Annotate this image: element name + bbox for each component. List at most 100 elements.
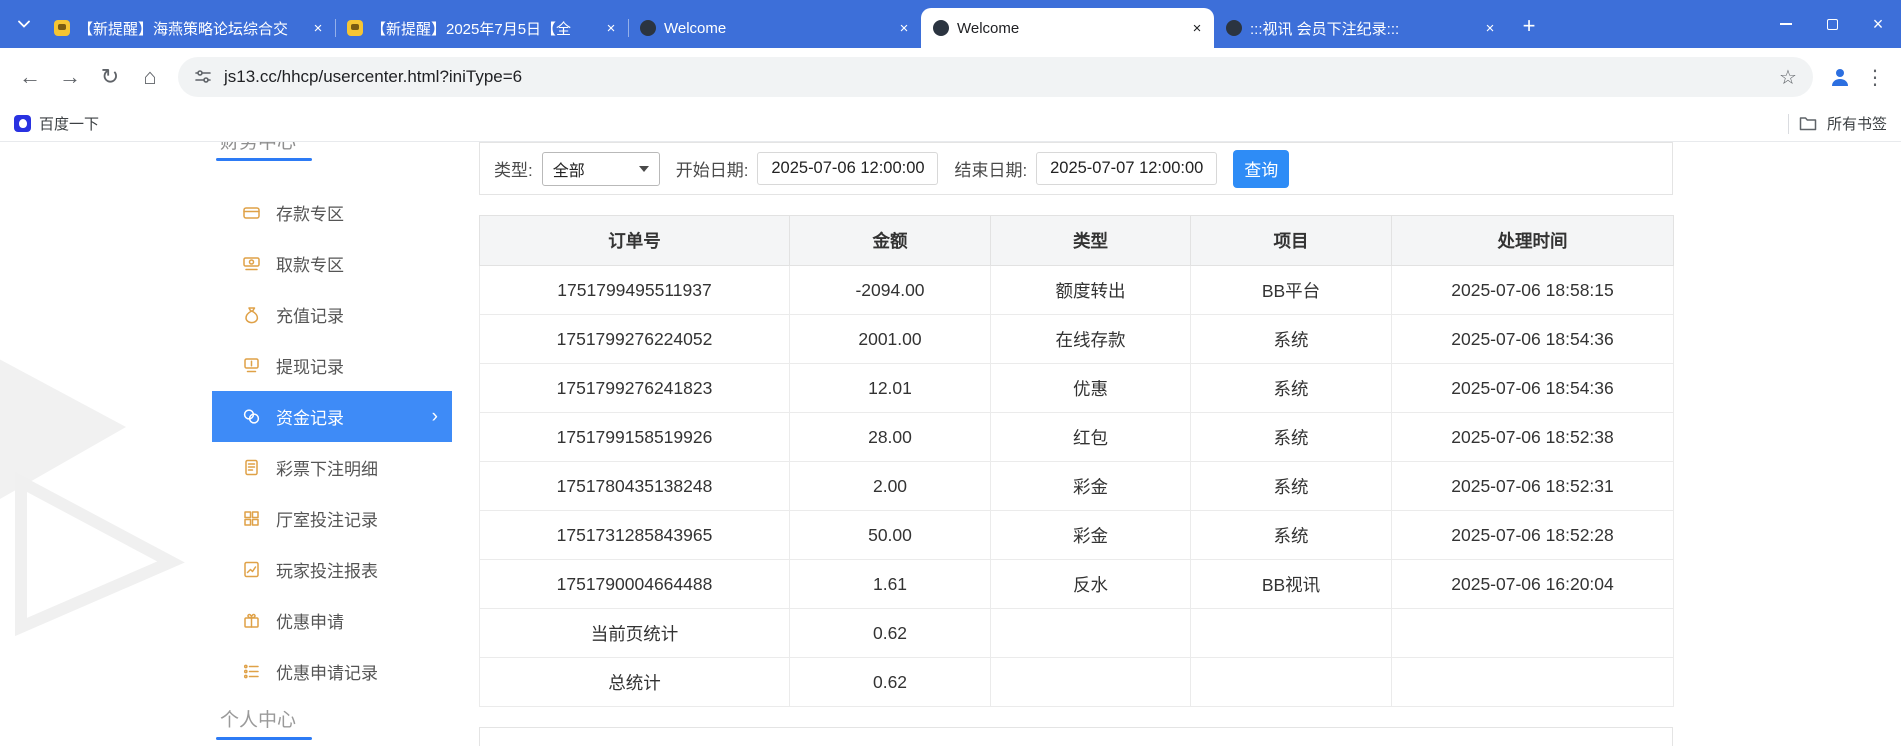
table-cell: 0.62 xyxy=(789,608,991,658)
table-cell: 红包 xyxy=(990,412,1191,462)
maximize-button[interactable] xyxy=(1809,0,1855,48)
table-cell xyxy=(990,657,1191,707)
sidebar-item-hall-bet-record[interactable]: 厅室投注记录 xyxy=(212,493,452,544)
browser-tab[interactable]: Welcome × xyxy=(921,8,1214,48)
sidebar-item-label: 优惠申请记录 xyxy=(276,664,378,683)
sidebar-item-label: 资金记录 xyxy=(276,409,344,428)
sidebar-item-deposit[interactable]: 存款专区 xyxy=(212,187,452,238)
table-cell: 系统 xyxy=(1190,510,1392,560)
window-controls: × xyxy=(1763,0,1901,48)
player-bet-report-icon xyxy=(242,560,261,579)
sidebar-item-recharge-record[interactable]: 充值记录 xyxy=(212,289,452,340)
tab-title: Welcome xyxy=(664,19,727,37)
bookmark-baidu[interactable]: 百度一下 xyxy=(14,113,99,134)
tab-title: 【新提醒】2025年7月5日【全 xyxy=(371,20,572,38)
table-cell: 反水 xyxy=(990,559,1191,609)
start-date-input[interactable]: 2025-07-06 12:00:00 xyxy=(757,152,939,185)
table-cell: 2025-07-06 18:58:15 xyxy=(1391,265,1674,315)
sidebar-item-player-bet-report[interactable]: 玩家投注报表 xyxy=(212,544,452,595)
end-date-input[interactable]: 2025-07-07 12:00:00 xyxy=(1036,152,1218,185)
table-cell: 2025-07-06 18:52:31 xyxy=(1391,461,1674,511)
table-header-row: 订单号 金额 类型 项目 处理时间 xyxy=(479,215,1674,266)
table-cell xyxy=(1391,608,1674,658)
sidebar-item-withdrawal-record[interactable]: 提现记录 xyxy=(212,340,452,391)
table-cell: 在线存款 xyxy=(990,314,1191,364)
site-favicon-icon xyxy=(1226,20,1242,36)
withdraw-icon xyxy=(242,254,261,273)
section-underline xyxy=(216,158,312,161)
sidebar-item-withdraw[interactable]: 取款专区 xyxy=(212,238,452,289)
bookmarks-right: 所有书签 xyxy=(1787,113,1887,134)
table-cell xyxy=(1190,657,1392,707)
profile-avatar[interactable] xyxy=(1821,58,1859,96)
column-header: 处理时间 xyxy=(1391,215,1674,266)
type-select[interactable]: 全部 xyxy=(541,151,660,186)
tab-close-icon[interactable]: × xyxy=(1188,19,1206,37)
navigation-bar: ← → ↻ ⌂ js13.cc/hhcp/usercenter.html?ini… xyxy=(0,48,1901,106)
table-cell: 50.00 xyxy=(789,510,991,560)
sidebar: 财务中心 存款专区 取款专区 充值记录 提现记录 资金记录 › 彩票下注明细 厅室投注记录 玩家… xyxy=(212,142,452,740)
bookmark-star-icon[interactable]: ☆ xyxy=(1771,60,1805,94)
tab-list: 【新提醒】海燕策略论坛综合交 × 【新提醒】2025年7月5日【全 × Welcome ×… xyxy=(42,0,1507,48)
tab-title: Welcome xyxy=(957,19,1020,37)
browser-tab[interactable]: Welcome × xyxy=(628,8,921,48)
column-header: 项目 xyxy=(1190,215,1392,266)
table-cell: 总统计 xyxy=(479,657,790,707)
chevron-down-icon xyxy=(18,20,30,28)
sidebar-item-lottery-detail[interactable]: 彩票下注明细 xyxy=(212,442,452,493)
column-header: 金额 xyxy=(789,215,991,266)
table-cell xyxy=(1190,608,1392,658)
column-header: 类型 xyxy=(990,215,1191,266)
browser-tab[interactable]: :::视讯 会员下注纪录::: × xyxy=(1214,8,1507,48)
records-table: 订单号 金额 类型 项目 处理时间 1751799495511937 -2094.00 额度转… xyxy=(479,215,1674,707)
browser-tab[interactable]: 【新提醒】2025年7月5日【全 × xyxy=(335,8,628,48)
table-cell: 2025-07-06 18:52:28 xyxy=(1391,510,1674,560)
hall-bet-record-icon xyxy=(242,509,261,528)
reload-button[interactable]: ↻ xyxy=(90,57,130,97)
watermark-logo xyxy=(0,359,185,637)
chevron-right-icon: › xyxy=(431,405,438,427)
close-window-button[interactable]: × xyxy=(1855,0,1901,48)
browser-tab[interactable]: 【新提醒】海燕策略论坛综合交 × xyxy=(42,8,335,48)
baidu-icon xyxy=(14,115,31,132)
table-cell: 额度转出 xyxy=(990,265,1191,315)
minimize-button[interactable] xyxy=(1763,0,1809,48)
summary-row: 当前页统计 0.62 xyxy=(479,608,1674,658)
sidebar-item-funds-record[interactable]: 资金记录 › xyxy=(212,391,452,442)
filter-bar: 类型: 全部 开始日期: 2025-07-06 12:00:00 结束日期: 2… xyxy=(479,142,1673,195)
url-bar[interactable]: js13.cc/hhcp/usercenter.html?iniType=6 ☆ xyxy=(178,57,1813,97)
table-cell: 12.01 xyxy=(789,363,991,413)
browser-menu-button[interactable]: ⋮ xyxy=(1859,57,1891,97)
table-cell: 彩金 xyxy=(990,461,1191,511)
pagination-container xyxy=(479,727,1673,746)
table-cell: 系统 xyxy=(1190,461,1392,511)
table-cell xyxy=(1391,657,1674,707)
all-bookmarks-button[interactable]: 所有书签 xyxy=(1827,113,1887,134)
table-cell: 彩金 xyxy=(990,510,1191,560)
tab-strip: 【新提醒】海燕策略论坛综合交 × 【新提醒】2025年7月5日【全 × Welcome ×… xyxy=(0,0,1901,48)
type-label: 类型: xyxy=(494,161,533,180)
table-row: 1751799276224052 2001.00 在线存款 系统 2025-07-06 … xyxy=(479,314,1674,364)
tab-close-icon[interactable]: × xyxy=(309,19,327,37)
table-cell: 2025-07-06 16:20:04 xyxy=(1391,559,1674,609)
start-date-label: 开始日期: xyxy=(675,161,749,180)
minimize-icon xyxy=(1780,23,1792,25)
query-button[interactable]: 查询 xyxy=(1233,149,1290,188)
tab-search-button[interactable] xyxy=(10,10,38,38)
forward-button[interactable]: → xyxy=(50,57,90,97)
tab-close-icon[interactable]: × xyxy=(895,19,913,37)
tab-close-icon[interactable]: × xyxy=(1481,19,1499,37)
table-cell: BB平台 xyxy=(1190,265,1392,315)
table-cell: 系统 xyxy=(1190,363,1392,413)
back-button[interactable]: ← xyxy=(10,57,50,97)
table-row: 1751799495511937 -2094.00 额度转出 BB平台 2025-07-… xyxy=(479,265,1674,315)
new-tab-button[interactable]: + xyxy=(1515,12,1543,40)
sidebar-item-label: 优惠申请 xyxy=(276,613,344,632)
table-cell: 1751799158519926 xyxy=(479,412,790,462)
sidebar-item-promo-record[interactable]: 优惠申请记录 xyxy=(212,646,452,697)
home-button[interactable]: ⌂ xyxy=(130,57,170,97)
site-favicon-icon xyxy=(933,20,949,36)
tab-close-icon[interactable]: × xyxy=(602,19,620,37)
table-cell: 1751799495511937 xyxy=(479,265,790,315)
sidebar-item-promo-apply[interactable]: 优惠申请 xyxy=(212,595,452,646)
